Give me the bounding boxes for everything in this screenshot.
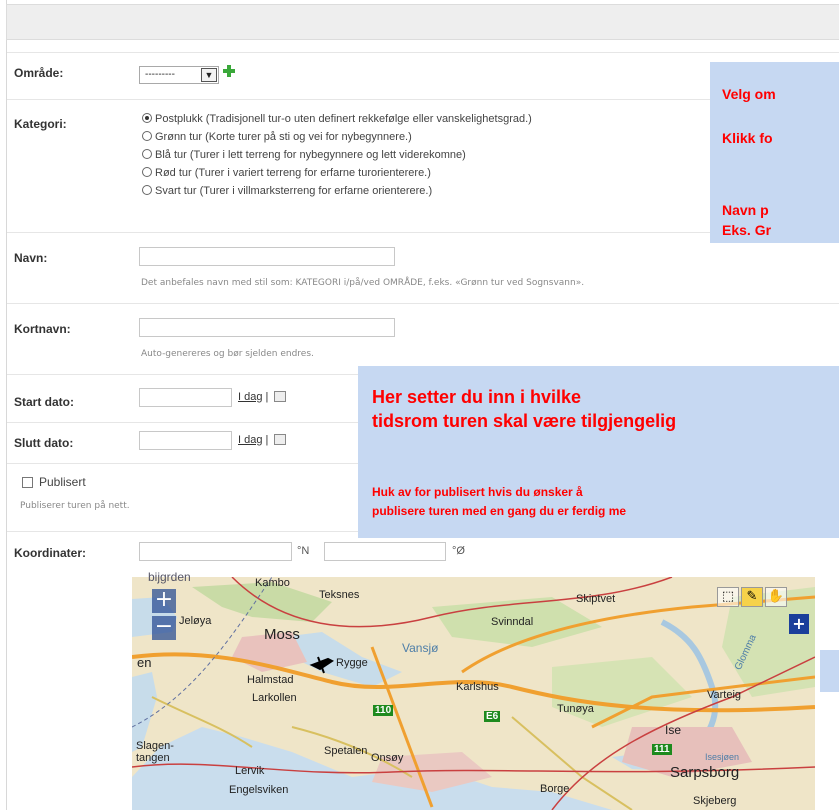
kategori-option-label: Blå tur (Turer i lett terreng for nybegy… bbox=[155, 149, 466, 161]
select-area-icon[interactable]: ⬚ bbox=[717, 587, 739, 607]
note-text: Klikk fo bbox=[722, 130, 773, 146]
map-place-label: Kambo bbox=[255, 577, 290, 589]
map-place-label: Vansjø bbox=[402, 641, 439, 655]
instruction-note-dates: Her setter du inn i hvilke tidsrom turen… bbox=[358, 366, 839, 538]
longitude-unit: °Ø bbox=[452, 545, 465, 557]
kategori-option[interactable]: Svart tur (Turer i villmarksterreng for … bbox=[142, 185, 432, 197]
map-place-label: Larkollen bbox=[252, 692, 297, 704]
note-text: publisere turen med en gang du er ferdig… bbox=[372, 504, 627, 518]
road-shield: E6 bbox=[484, 711, 501, 722]
note-text: Navn p bbox=[722, 202, 769, 218]
instruction-note-map bbox=[820, 650, 839, 692]
kategori-option-label: Svart tur (Turer i villmarksterreng for … bbox=[155, 185, 433, 197]
map-place-label: Teksnes bbox=[319, 589, 360, 601]
kategori-option-label: Postplukk (Tradisjonell tur-o uten defin… bbox=[155, 113, 532, 125]
radio-icon bbox=[142, 131, 152, 141]
omrade-select-value: --------- bbox=[145, 69, 175, 80]
map-place-label: Jeløya bbox=[179, 615, 212, 627]
omrade-label: Område: bbox=[14, 66, 64, 80]
publisert-help: Publiserer turen på nett. bbox=[20, 501, 130, 511]
road-shield: 111 bbox=[652, 744, 672, 755]
omrade-select[interactable]: --------- ▼ bbox=[139, 66, 219, 84]
map-place-label: Ise bbox=[665, 723, 682, 737]
row-divider bbox=[7, 303, 839, 304]
longitude-input[interactable] bbox=[324, 542, 446, 561]
kortnavn-label: Kortnavn: bbox=[14, 322, 71, 336]
radio-selected-icon bbox=[142, 113, 152, 123]
map-place-label: Svinndal bbox=[491, 616, 534, 628]
kategori-option[interactable]: Rød tur (Turer i variert terreng for erf… bbox=[142, 167, 431, 179]
map-place-label: Onsøy bbox=[371, 752, 404, 764]
road-shield: 110 bbox=[373, 705, 394, 716]
map-place-label: Karlshus bbox=[456, 681, 499, 693]
map-place-label: Sarpsborg bbox=[670, 764, 740, 781]
slutt-dato-input[interactable] bbox=[139, 431, 232, 450]
map-place-label: Halmstad bbox=[247, 674, 294, 686]
start-dato-label: Start dato: bbox=[14, 395, 74, 409]
publisert-checkbox[interactable] bbox=[22, 477, 33, 488]
koordinater-label: Koordinater: bbox=[14, 546, 86, 560]
calendar-icon[interactable] bbox=[274, 391, 287, 402]
radio-icon bbox=[142, 167, 152, 177]
navn-help: Det anbefales navn med stil som: KATEGOR… bbox=[141, 278, 585, 288]
kortnavn-help: Auto-genereres og bør sjelden endres. bbox=[141, 349, 314, 359]
note-text: Her setter du inn i hvilke bbox=[372, 387, 582, 407]
kategori-option-label: Grønn tur (Korte turer på sti og vei for… bbox=[155, 131, 412, 143]
latitude-input[interactable] bbox=[139, 542, 292, 561]
pencil-icon[interactable]: ✎ bbox=[741, 587, 763, 607]
map-place-label: Engelsviken bbox=[229, 784, 289, 796]
navn-label: Navn: bbox=[14, 251, 48, 265]
map-place-label: Slagen- bbox=[136, 740, 174, 752]
calendar-icon[interactable] bbox=[274, 434, 287, 445]
radio-icon bbox=[142, 185, 152, 195]
zoom-in-button[interactable]: + bbox=[152, 589, 176, 613]
kategori-option-label: Rød tur (Turer i variert terreng for erf… bbox=[155, 167, 431, 179]
note-text: tidsrom turen skal være tilgjengelig bbox=[372, 411, 677, 431]
top-bar bbox=[6, 4, 839, 40]
map-place-label: tangen bbox=[136, 752, 170, 764]
navn-input[interactable] bbox=[139, 247, 395, 266]
slutt-dato-today-link[interactable]: I dag bbox=[238, 434, 262, 446]
slutt-dato-label: Slutt dato: bbox=[14, 436, 74, 450]
map-place-label: Skjeberg bbox=[693, 795, 737, 807]
map-place-label: Tunøya bbox=[557, 703, 594, 715]
kategori-option[interactable]: Grønn tur (Korte turer på sti og vei for… bbox=[142, 131, 412, 143]
latitude-unit: °N bbox=[297, 545, 310, 557]
kategori-option[interactable]: Blå tur (Turer i lett terreng for nybegy… bbox=[142, 149, 466, 161]
instruction-note-top: Velg om Klikk fo Navn p Eks. Gr bbox=[710, 62, 839, 243]
map-place-label: Spetalen bbox=[324, 745, 368, 757]
map-place-label: en bbox=[137, 655, 152, 670]
chevron-down-icon: ▼ bbox=[201, 68, 217, 82]
add-layer-icon[interactable]: + bbox=[789, 614, 809, 634]
start-dato-today-link[interactable]: I dag bbox=[238, 391, 262, 403]
start-dato-links: I dag | bbox=[238, 391, 287, 403]
map-place-label: Rygge bbox=[336, 657, 368, 669]
kategori-label: Kategori: bbox=[14, 117, 67, 131]
start-dato-input[interactable] bbox=[139, 388, 232, 407]
note-text: Eks. Gr bbox=[722, 222, 772, 238]
note-text: Velg om bbox=[722, 86, 776, 102]
row-divider bbox=[7, 52, 839, 53]
radio-icon bbox=[142, 149, 152, 159]
map-place-label: Varteig bbox=[707, 689, 742, 701]
zoom-out-button[interactable]: − bbox=[152, 616, 176, 640]
map-place-label: Moss bbox=[264, 626, 300, 643]
map-place-label: Isesjøen bbox=[705, 752, 740, 762]
map-place-label: Borge bbox=[540, 783, 570, 795]
separator: | bbox=[265, 434, 269, 446]
map-place-label: Skiptvet bbox=[576, 593, 616, 605]
kortnavn-input[interactable] bbox=[139, 318, 395, 337]
pan-hand-icon[interactable]: ✋ bbox=[765, 587, 787, 607]
note-text: Huk av for publisert hvis du ønsker å bbox=[372, 485, 583, 499]
separator: | bbox=[265, 391, 269, 403]
publisert-label: Publisert bbox=[39, 475, 86, 489]
add-omrade-plus-icon[interactable] bbox=[222, 64, 236, 78]
map-place-label: bijgrden bbox=[148, 570, 191, 584]
map-place-label: Lervik bbox=[235, 765, 265, 777]
kategori-option[interactable]: Postplukk (Tradisjonell tur-o uten defin… bbox=[142, 113, 532, 125]
slutt-dato-links: I dag | bbox=[238, 434, 287, 446]
